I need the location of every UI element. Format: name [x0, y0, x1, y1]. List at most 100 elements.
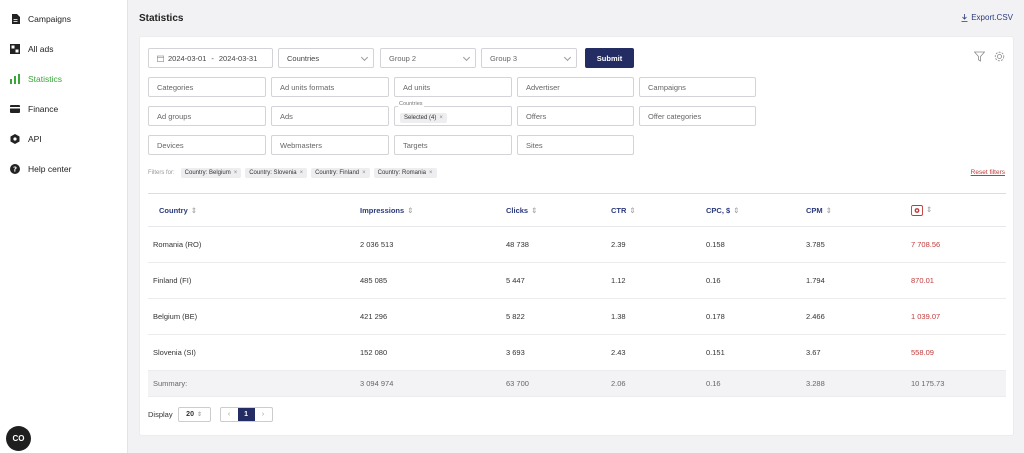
toolbar-icons — [974, 51, 1005, 62]
table-row: Romania (RO) 2 036 513 48 738 2.39 0.158… — [148, 226, 1006, 263]
table-header-row: Country ⇕ Impressions ⇕ Clicks ⇕ CTR ⇕ CPC, … — [148, 193, 1006, 227]
sort-icon[interactable]: ⇕ — [191, 206, 197, 215]
summary-cpm: 3.288 — [806, 370, 911, 397]
group2-select[interactable]: Group 2 — [380, 48, 476, 68]
cell-ctr: 1.38 — [611, 298, 706, 335]
ad-groups-filter[interactable]: Ad groups — [148, 106, 266, 126]
statistics-card: 2024-03-01 - 2024-03-31 Countries Group … — [139, 36, 1014, 436]
sort-icon[interactable]: ⇕ — [733, 206, 739, 215]
ads-filter[interactable]: Ads — [271, 106, 389, 126]
cell-cpc: 0.151 — [706, 334, 806, 371]
display-label: Display — [148, 410, 173, 419]
cell-ctr: 2.39 — [611, 226, 706, 263]
cell-cpm: 3.785 — [806, 226, 911, 263]
page-size-select[interactable]: 20 ⇕ — [177, 407, 211, 422]
sidebar-item-campaigns[interactable]: Campaigns — [0, 4, 127, 34]
filter-icon[interactable] — [974, 51, 985, 62]
sidebar-item-statistics[interactable]: Statistics — [0, 64, 127, 94]
column-header-spend[interactable]: ⇕ — [911, 193, 1006, 227]
close-icon[interactable]: × — [234, 170, 238, 176]
filter-chip-slovenia[interactable]: Country: Slovenia × — [245, 168, 308, 178]
sidebar-item-finance[interactable]: Finance — [0, 94, 127, 124]
offer-categories-filter[interactable]: Offer categories — [639, 106, 756, 126]
sidebar-item-help-center[interactable]: ? Help center — [0, 154, 127, 184]
gear-icon[interactable] — [994, 51, 1005, 62]
column-header-country[interactable]: Country ⇕ — [148, 193, 360, 227]
ad-units-filter[interactable]: Ad units — [394, 77, 512, 97]
close-icon[interactable]: × — [439, 115, 443, 121]
cell-impressions: 485 085 — [360, 262, 506, 299]
sort-icon[interactable]: ⇕ — [629, 206, 635, 215]
cell-country: Finland (FI) — [148, 262, 360, 299]
sort-icon[interactable]: ⇕ — [407, 206, 413, 215]
page-size-value: 20 — [186, 411, 194, 418]
active-filters-label: Filters for: — [148, 170, 175, 176]
date-range-picker[interactable]: 2024-03-01 - 2024-03-31 — [148, 48, 273, 68]
filter-chip-label: Country: Belgium — [184, 170, 231, 176]
sidebar-item-all-ads[interactable]: All ads — [0, 34, 127, 64]
sort-icon[interactable]: ⇕ — [531, 206, 537, 215]
question-icon: ? — [10, 164, 20, 174]
filter-chip-belgium[interactable]: Country: Belgium × — [180, 168, 242, 178]
advertiser-filter[interactable]: Advertiser — [517, 77, 634, 97]
campaigns-filter[interactable]: Campaigns — [639, 77, 756, 97]
column-header-cpc[interactable]: CPC, $ ⇕ — [706, 193, 806, 227]
page-title: Statistics — [139, 13, 184, 24]
column-header-clicks[interactable]: Clicks ⇕ — [506, 193, 611, 227]
close-icon[interactable]: × — [429, 170, 433, 176]
column-header-cpm[interactable]: CPM ⇕ — [806, 193, 911, 227]
group2-value: Group 2 — [389, 53, 417, 63]
group3-select[interactable]: Group 3 — [481, 48, 577, 68]
pagination: Display 20 ⇕ ‹ 1 › — [148, 407, 273, 422]
cell-clicks: 5 447 — [506, 262, 611, 299]
export-csv-button[interactable]: Export.CSV — [961, 13, 1013, 22]
filter-chip-romania[interactable]: Country: Romania × — [373, 168, 437, 178]
ad-units-formats-filter[interactable]: Ad units formats — [271, 77, 389, 97]
chat-widget-button[interactable]: CO — [6, 426, 31, 451]
summary-cpc: 0.16 — [706, 370, 806, 397]
document-icon — [10, 14, 20, 24]
submit-button[interactable]: Submit — [585, 48, 634, 68]
cell-ctr: 2.43 — [611, 334, 706, 371]
card-icon — [10, 104, 20, 114]
cell-cpm: 3.67 — [806, 334, 911, 371]
sidebar-item-api[interactable]: API — [0, 124, 127, 154]
column-header-label: CPM — [806, 205, 823, 215]
prev-page-button[interactable]: ‹ — [221, 408, 238, 421]
column-header-ctr[interactable]: CTR ⇕ — [611, 193, 706, 227]
sites-filter[interactable]: Sites — [517, 135, 634, 155]
sort-icon[interactable]: ⇕ — [926, 205, 932, 214]
sidebar: Campaigns All ads Statistics Finance API… — [0, 0, 128, 453]
countries-filter[interactable]: Countries Selected (4) × — [394, 101, 512, 126]
close-icon[interactable]: × — [362, 170, 366, 176]
devices-filter[interactable]: Devices — [148, 135, 266, 155]
cell-country: Slovenia (SI) — [148, 334, 360, 371]
cell-spend: 7 708.56 — [911, 226, 1006, 263]
sidebar-item-label: Statistics — [28, 74, 63, 84]
filter-chip-label: Country: Finland — [315, 170, 360, 176]
next-page-button[interactable]: › — [255, 408, 272, 421]
sidebar-item-label: All ads — [28, 44, 54, 54]
sort-icon[interactable]: ⇕ — [826, 206, 832, 215]
active-filters: Filters for: Country: Belgium × Country: … — [148, 168, 441, 178]
offers-filter[interactable]: Offers — [517, 106, 634, 126]
group1-select[interactable]: Countries — [278, 48, 374, 68]
cell-clicks: 5 822 — [506, 298, 611, 335]
main-content: Statistics Export.CSV 2024-03-01 - 2024-… — [130, 0, 1024, 453]
cell-spend: 558.09 — [911, 334, 1006, 371]
chevron-down-icon — [462, 53, 471, 62]
table-row: Belgium (BE) 421 296 5 822 1.38 0.178 2.… — [148, 298, 1006, 335]
column-header-impressions[interactable]: Impressions ⇕ — [360, 193, 506, 227]
categories-filter[interactable]: Categories — [148, 77, 266, 97]
countries-filter-label: Countries — [398, 101, 424, 107]
money-icon — [911, 204, 923, 216]
webmasters-filter[interactable]: Webmasters — [271, 135, 389, 155]
filter-chip-finland[interactable]: Country: Finland × — [311, 168, 370, 178]
countries-selected-chip[interactable]: Selected (4) × — [400, 112, 447, 123]
reset-filters-link[interactable]: Reset filters — [971, 169, 1005, 176]
targets-filter[interactable]: Targets — [394, 135, 512, 155]
column-header-label: CPC, $ — [706, 205, 731, 215]
page-button-current[interactable]: 1 — [237, 408, 255, 421]
cell-impressions: 152 080 — [360, 334, 506, 371]
close-icon[interactable]: × — [300, 170, 304, 176]
